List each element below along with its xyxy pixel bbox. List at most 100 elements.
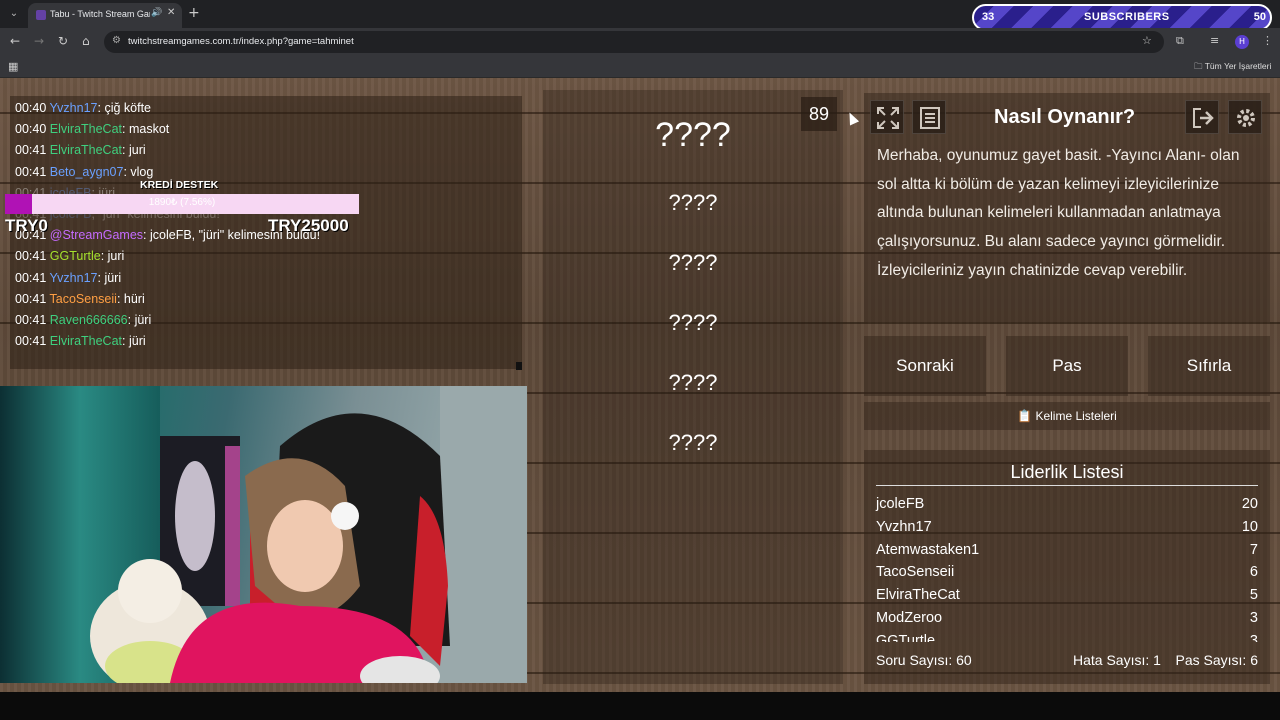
- leaderboard-score: 3: [1249, 610, 1258, 626]
- leaderboard-user: ModZeroo: [876, 610, 943, 626]
- chat-username[interactable]: Yvzhn17: [50, 101, 98, 115]
- chat-message-text: : hüri: [116, 291, 145, 306]
- tab-title: Tabu - Twitch Stream Games: [50, 9, 150, 19]
- tab-search-icon[interactable]: ⌄: [6, 6, 22, 22]
- leaderboard-user: Atemwastaken1: [876, 541, 980, 558]
- chat-scrollbar[interactable]: [516, 362, 522, 370]
- question-count: Soru Sayısı: 60: [876, 652, 972, 668]
- chat-timestamp: 00:41: [15, 334, 47, 349]
- chat-timestamp: 00:41: [15, 291, 47, 306]
- address-bar[interactable]: ⚙ twitchstreamgames.com.tr/index.php?gam…: [104, 31, 1164, 53]
- chat-username[interactable]: @StreamGames: [50, 228, 143, 242]
- chat-timestamp: 00:41: [15, 270, 47, 285]
- chat-message: 00:41 Raven666666: jüri: [15, 313, 151, 327]
- word-lists-button[interactable]: 📋 Kelime Listeleri: [864, 402, 1270, 430]
- how-to-play-title: Nasıl Oynanır?: [994, 106, 1136, 128]
- leaderboard-score: 6: [1249, 564, 1258, 581]
- chat-message-text: : jüri: [127, 313, 152, 327]
- profile-avatar[interactable]: H: [1235, 35, 1249, 49]
- chat-message: 00:41 Yvzhn17: jüri: [15, 271, 121, 285]
- chat-message-text: : maskot: [122, 122, 170, 137]
- subscriber-current-count: 33: [982, 11, 995, 23]
- chat-username[interactable]: Raven666666: [50, 313, 128, 327]
- forbidden-word: ????: [668, 190, 718, 215]
- browser-tab[interactable]: Tabu - Twitch Stream Games 🔊 ✕: [28, 3, 182, 28]
- chat-message-text: : juri: [122, 143, 146, 158]
- chat-message: 00:40 Yvzhn17: çiğ köfte: [15, 101, 151, 115]
- back-icon[interactable]: ←: [10, 34, 20, 48]
- reload-icon[interactable]: ↻: [58, 34, 68, 48]
- all-bookmarks-link[interactable]: 🗀 Tüm Yer İşaretleri: [1194, 61, 1271, 75]
- chat-timestamp: 00:40: [15, 101, 47, 115]
- word-lists-label: Kelime Listeleri: [1035, 409, 1117, 423]
- new-tab-icon[interactable]: +: [188, 5, 200, 21]
- reset-button[interactable]: Sıfırla: [1148, 336, 1270, 396]
- forward-icon[interactable]: →: [34, 34, 44, 48]
- forbidden-word: ????: [668, 370, 718, 395]
- bookmarks-bar: ▦ 🗀 Tüm Yer İşaretleri: [0, 56, 1280, 78]
- leaderboard-user: jcoleFB: [876, 496, 925, 512]
- media-controls-icon[interactable]: ≡: [1210, 34, 1219, 47]
- main-word: ????: [655, 116, 731, 154]
- chat-username[interactable]: ElviraTheCat: [50, 122, 122, 136]
- chat-message: 00:41 Beto_aygn07: vlog: [15, 165, 153, 179]
- chat-timestamp: 00:41: [15, 164, 47, 179]
- chat-username[interactable]: GGTurtle: [50, 249, 101, 263]
- settings-button[interactable]: [1228, 100, 1262, 134]
- forbidden-word: ????: [668, 250, 718, 275]
- leaderboard-panel: Liderlik Listesi jcoleFB 20 Yvzhn17 10 Atemw…: [864, 450, 1270, 684]
- speaker-icon[interactable]: 🔊: [151, 8, 162, 18]
- home-icon[interactable]: ⌂: [82, 34, 90, 48]
- exit-button[interactable]: [1185, 100, 1219, 134]
- chat-username[interactable]: TacoSenseii: [50, 292, 117, 306]
- subscriber-goal-count: 50: [1253, 11, 1266, 23]
- site-info-icon[interactable]: ⚙: [112, 35, 121, 46]
- fullscreen-button[interactable]: [870, 100, 904, 134]
- donation-max-label: TRY25000: [268, 216, 349, 235]
- browser-toolbar: ← → ↻ ⌂ ⚙ twitchstreamgames.com.tr/index…: [0, 28, 1280, 56]
- close-tab-icon[interactable]: ✕: [167, 7, 175, 18]
- chat-message: 00:41 ElviraTheCat: juri: [15, 143, 146, 157]
- leaderboard-title: Liderlik Listesi: [1010, 462, 1124, 482]
- next-button[interactable]: Sonraki: [864, 336, 986, 396]
- webcam-feed: [0, 386, 527, 683]
- forbidden-word: ????: [668, 310, 718, 335]
- pass-count: Pas Sayısı: 6: [1175, 652, 1258, 668]
- chat-username[interactable]: ElviraTheCat: [50, 334, 122, 348]
- leaderboard-row: ElviraTheCat 5: [876, 587, 1258, 609]
- notes-button[interactable]: [912, 100, 946, 134]
- chat-timestamp: 00:41: [15, 143, 47, 158]
- chat-message-text: : vlog: [123, 164, 154, 179]
- subscriber-goal-banner: 33 SUBSCRIBERS 50: [972, 4, 1272, 31]
- chat-message: 00:41 ElviraTheCat: jüri: [15, 334, 146, 348]
- chat-username[interactable]: Beto_aygn07: [50, 165, 124, 179]
- url-text[interactable]: twitchstreamgames.com.tr/index.php?game=…: [128, 36, 354, 47]
- sign-out-icon: [1193, 108, 1214, 128]
- chat-message-text: : jüri: [97, 270, 122, 285]
- chat-message-text: : jüri: [122, 334, 146, 349]
- round-timer: 89: [801, 97, 837, 131]
- chat-username[interactable]: Yvzhn17: [50, 271, 98, 285]
- how-to-play-text: Merhaba, oyunumuz gayet basit. -Yayıncı …: [877, 147, 1240, 279]
- folder-icon: 🗀: [1194, 61, 1203, 71]
- menu-kebab-icon[interactable]: ⋮: [1262, 34, 1273, 47]
- chat-timestamp: 00:41: [15, 249, 47, 264]
- error-count: Hata Sayısı: 1: [1073, 652, 1161, 668]
- bottom-strip: [0, 692, 1280, 720]
- leaderboard-user: ElviraTheCat: [876, 587, 960, 604]
- webcam-image: [0, 386, 527, 683]
- apps-grid-icon[interactable]: ▦: [8, 60, 18, 73]
- pass-button[interactable]: Pas: [1006, 336, 1128, 396]
- bookmark-star-icon[interactable]: ☆: [1142, 34, 1152, 47]
- extensions-icon[interactable]: ⧉: [1176, 34, 1184, 48]
- chat-message-text: : çiğ köfte: [97, 101, 152, 115]
- leaderboard-row: Atemwastaken1 7: [876, 542, 1258, 564]
- chat-timestamp: 00:40: [15, 122, 47, 137]
- leaderboard-list[interactable]: jcoleFB 20 Yvzhn17 10 Atemwastaken1 7 TacoSens…: [864, 494, 1270, 642]
- chat-username[interactable]: ElviraTheCat: [50, 143, 122, 157]
- leaderboard-score: 3: [1249, 632, 1258, 642]
- document-icon: [920, 107, 940, 129]
- twitch-favicon-icon: [36, 10, 46, 20]
- leaderboard-score: 10: [1241, 518, 1258, 535]
- chat-timestamp: 00:41: [15, 313, 47, 327]
